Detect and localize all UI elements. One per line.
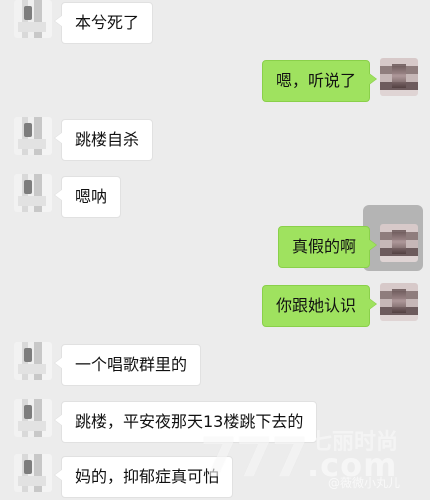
avatar[interactable] <box>380 58 418 96</box>
message-bubble-outgoing[interactable]: 真假的啊 <box>277 226 378 268</box>
message-bubble-incoming[interactable]: 嗯呐 <box>53 176 122 218</box>
message-bubble-incoming[interactable]: 一个唱歌群里的 <box>53 344 202 386</box>
avatar[interactable] <box>380 224 418 262</box>
avatar[interactable] <box>14 174 52 212</box>
avatar[interactable] <box>380 283 418 321</box>
chat-thread: 本兮死了 嗯，听说了 跳楼自杀 嗯呐 真假的啊 你跟她认识 一个唱歌群里的 跳楼… <box>0 0 430 500</box>
message-bubble-incoming[interactable]: 跳楼，平安夜那天13楼跳下去的 <box>53 401 318 443</box>
message-bubble-outgoing[interactable]: 嗯，听说了 <box>261 60 378 102</box>
avatar[interactable] <box>14 342 52 380</box>
message-bubble-incoming[interactable]: 本兮死了 <box>53 2 154 44</box>
message-bubble-incoming[interactable]: 跳楼自杀 <box>53 119 154 161</box>
message-bubble-outgoing[interactable]: 你跟她认识 <box>261 285 378 327</box>
message-bubble-incoming[interactable]: 妈的，抑郁症真可怕 <box>53 456 234 498</box>
avatar[interactable] <box>14 454 52 492</box>
avatar[interactable] <box>14 0 52 38</box>
avatar[interactable] <box>14 117 52 155</box>
avatar[interactable] <box>14 399 52 437</box>
